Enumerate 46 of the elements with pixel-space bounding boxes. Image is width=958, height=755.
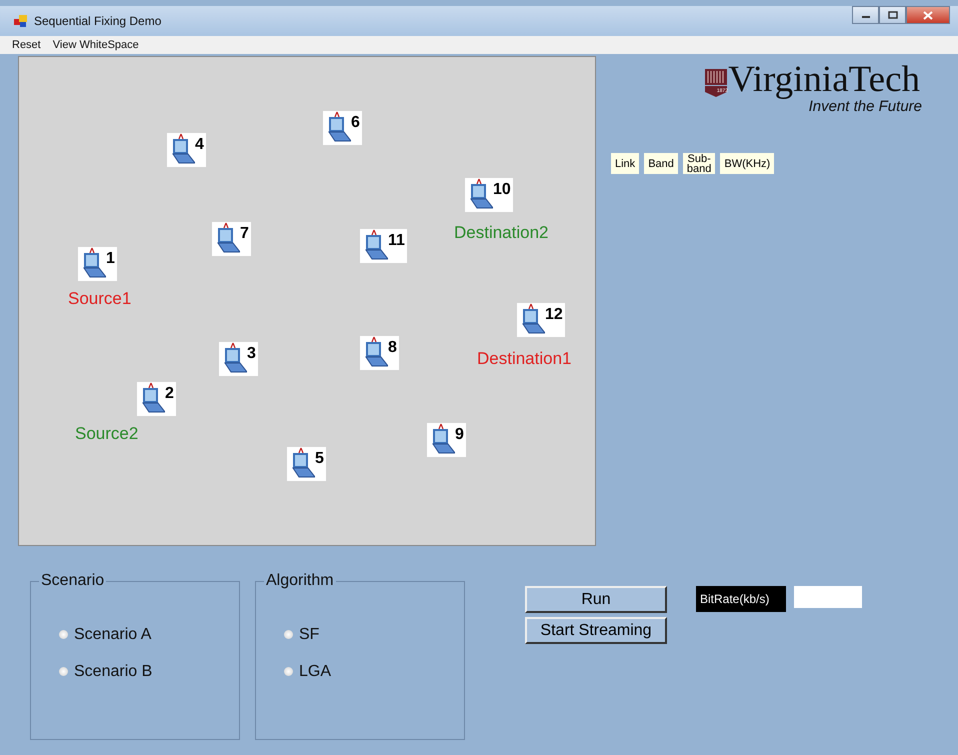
laptop-node[interactable]: 6 (323, 111, 362, 145)
laptop-node[interactable]: 9 (427, 423, 466, 457)
radio-button[interactable] (284, 630, 293, 639)
column-header: Link (611, 153, 640, 174)
radio-option[interactable]: Scenario A (59, 616, 239, 653)
radio-button[interactable] (59, 667, 68, 676)
action-button[interactable]: Run (525, 586, 667, 613)
laptop-node[interactable]: 5 (287, 447, 326, 481)
laptop-node[interactable]: 4 (167, 133, 206, 167)
laptop-node[interactable]: 11 (360, 229, 407, 263)
node-role-label: Source2 (75, 424, 138, 444)
group-title: Algorithm (265, 572, 335, 590)
column-header: Band (644, 153, 678, 174)
laptop-node[interactable]: 3 (219, 342, 258, 376)
minimize-button[interactable] (852, 6, 879, 24)
close-icon (923, 10, 933, 20)
radio-button[interactable] (59, 630, 68, 639)
shield-icon (704, 68, 728, 98)
radio-option[interactable]: SF (284, 616, 464, 653)
bitrate-field[interactable] (794, 586, 862, 608)
laptop-node[interactable]: 7 (212, 222, 251, 256)
action-button[interactable]: Start Streaming (525, 617, 667, 644)
node-role-label: Source1 (68, 289, 132, 309)
laptop-node[interactable]: 10 (465, 178, 513, 212)
node-role-label: Destination1 (477, 349, 572, 369)
node-role-label: Destination2 (454, 223, 549, 243)
logo-tagline: Invent the Future (808, 98, 922, 115)
logo-wordmark: VirginiaTech (728, 62, 920, 98)
laptop-node[interactable]: 8 (360, 336, 399, 370)
laptop-node[interactable]: 12 (517, 303, 565, 337)
maximize-button[interactable] (879, 6, 906, 24)
menu-item[interactable]: View WhiteSpace (52, 39, 139, 51)
column-header: BW(KHz) (720, 153, 774, 174)
laptop-node[interactable]: 1 (78, 247, 117, 281)
laptop-node[interactable]: 2 (137, 382, 176, 416)
bitrate-label: BitRate(kb/s) (696, 586, 786, 612)
radio-option[interactable]: Scenario B (59, 653, 239, 690)
maximize-icon (888, 11, 898, 19)
close-button[interactable] (906, 6, 950, 24)
group-title: Scenario (40, 572, 106, 590)
radio-option[interactable]: LGA (284, 653, 464, 690)
radio-button[interactable] (284, 667, 293, 676)
column-header: Sub- band (682, 153, 716, 174)
app-icon (14, 15, 28, 27)
window-title: Sequential Fixing Demo (34, 14, 162, 28)
menu-item[interactable]: Reset (12, 39, 41, 51)
